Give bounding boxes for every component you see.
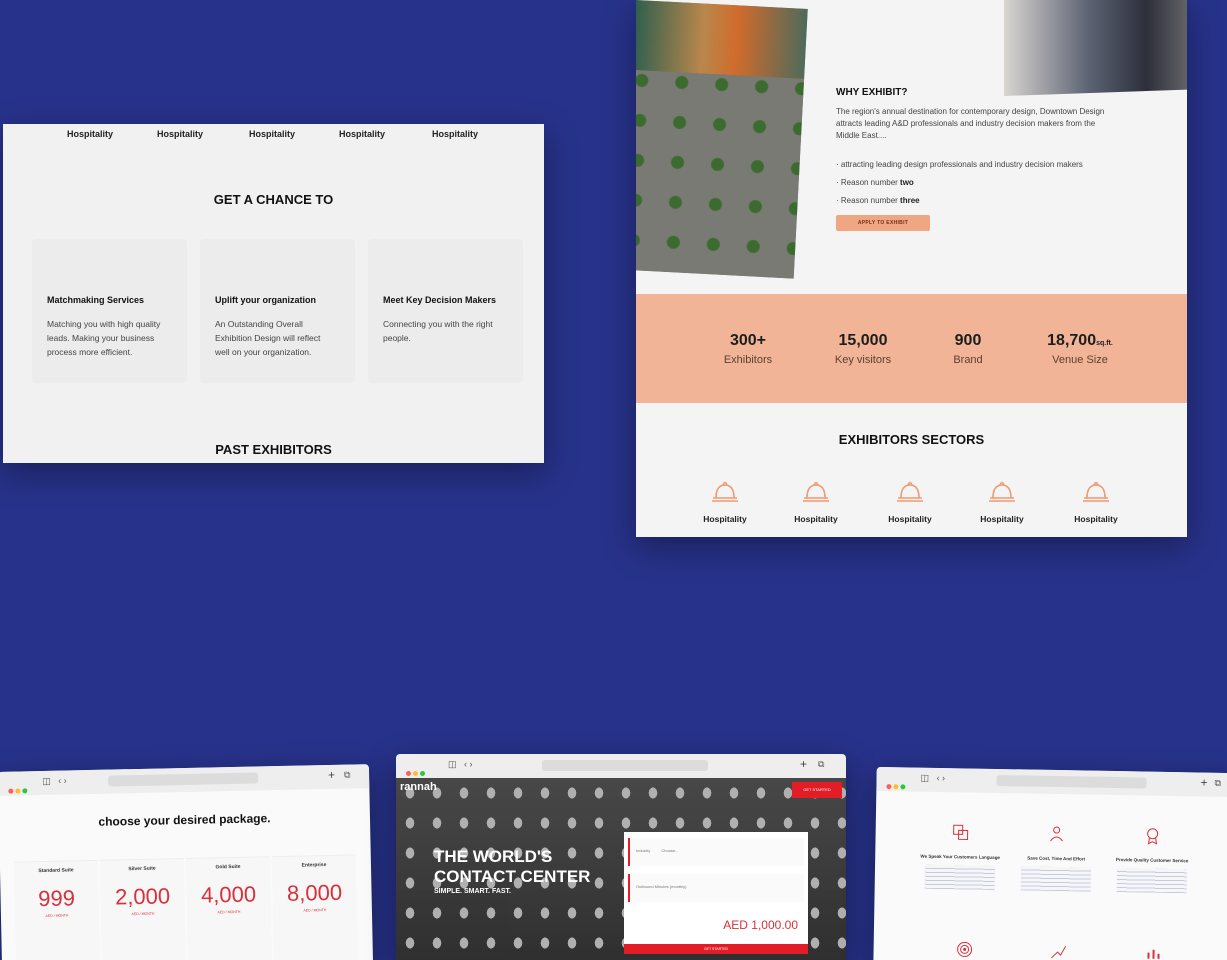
brand-logo[interactable]: rannah (400, 781, 437, 793)
tabs-icon[interactable]: ⧉ (818, 759, 824, 770)
past-exhibitors-title: PAST EXHIBITORS (215, 442, 332, 457)
hero-title: THE WORLD'S CONTACT CENTER (434, 847, 591, 886)
stat-venue-size: 18,700sq.ft. Venue Size (1047, 332, 1113, 366)
get-started-top-button[interactable]: GET STARTED (792, 782, 842, 798)
reason-item: · Reason number two (836, 178, 914, 187)
benefit-text: Connecting you with the right people. (383, 319, 493, 343)
browser-toolbar: ◫ ‹ › + ⧉ (876, 766, 1227, 798)
browser-toolbar: ◫ ‹ › + ⧉ (396, 754, 846, 778)
translate-icon (953, 824, 969, 840)
nav-item-hospitality[interactable]: Hospitality (67, 129, 113, 139)
nav-item-hospitality[interactable]: Hospitality (432, 129, 478, 139)
exhibitors-sectors-title: EXHIBITORS SECTORS (838, 432, 985, 447)
people-photo (1004, 0, 1187, 97)
nav-item-hospitality[interactable]: Hospitality (249, 129, 295, 139)
person-icon (1050, 826, 1063, 842)
browser-toolbar: ◫ ‹ › + ⧉ (0, 764, 370, 798)
sidebar-icon[interactable]: ◫ (920, 773, 930, 784)
feature-item: Save Cost, Time And Effort (1011, 824, 1102, 892)
back-forward-icon[interactable]: ‹ › (464, 759, 473, 769)
new-tab-icon[interactable]: + (800, 757, 807, 771)
package-card[interactable]: Standard Suite 999 AED / MONTH (13, 859, 101, 960)
window-controls[interactable] (8, 780, 29, 798)
benefit-card: Meet Key Decision Makers Connecting you … (368, 239, 523, 383)
benefit-title: Matchmaking Services (47, 295, 145, 305)
minutes-slider[interactable]: Outbound Minutes (monthly) (628, 874, 804, 902)
cloche-icon (712, 481, 738, 502)
quote-form: Industry Choose... Outbound Minutes (mon… (624, 832, 808, 954)
aerial-plaza-photo (636, 0, 808, 279)
chart-icon (1147, 949, 1160, 959)
reasons-list: · attracting leading design professional… (836, 156, 1083, 210)
cloche-icon (897, 481, 923, 502)
package-card[interactable]: Gold Suite 4,000 AED / MONTH (185, 856, 273, 960)
stats-band: 300+ Exhibitors 15,000 Key visitors 900 … (636, 294, 1187, 403)
total-amount: AED 1,000.00 (723, 918, 798, 932)
badge-icon (1147, 828, 1159, 845)
tabs-icon[interactable]: ⧉ (1214, 778, 1221, 789)
growth-icon (1051, 945, 1067, 959)
cloche-icon (803, 481, 829, 502)
feature-item: Provide Quality Customer Service (1107, 826, 1198, 894)
nav-item-hospitality[interactable]: Hospitality (339, 129, 385, 139)
benefit-card: Uplift your organization An Outstanding … (200, 239, 355, 383)
features-browser-window: ◫ ‹ › + ⧉ We Speak Your Customers Langua… (873, 766, 1227, 960)
window-controls[interactable] (886, 776, 907, 794)
cloche-icon (1083, 481, 1109, 502)
back-forward-icon[interactable]: ‹ › (58, 775, 67, 785)
nav-item-hospitality[interactable]: Hospitality (157, 129, 203, 139)
apply-to-exhibit-button[interactable]: APPLY TO EXHIBIT (836, 215, 930, 231)
stat-brand: 900 Brand (953, 332, 983, 366)
stat-key-visitors: 15,000 Key visitors (834, 332, 892, 366)
reason-item: · attracting leading design professional… (836, 160, 1083, 169)
pricing-browser-window: ◫ ‹ › + ⧉ choose your desired package. S… (0, 764, 374, 960)
address-bar[interactable] (996, 774, 1147, 789)
new-tab-icon[interactable]: + (1200, 776, 1207, 790)
contact-center-browser-window: ◫ ‹ › + ⧉ rannah GET STARTED THE WORLD'S… (396, 754, 846, 960)
feature-item: We Speak Your Customers Language (915, 823, 1006, 891)
package-card[interactable]: Enterprise 8,000 AED / MONTH (271, 854, 359, 960)
back-forward-icon[interactable]: ‹ › (937, 773, 946, 783)
address-bar[interactable] (542, 760, 708, 771)
address-bar[interactable] (108, 772, 259, 787)
sector-item[interactable]: Hospitality (880, 474, 940, 524)
benefit-text: An Outstanding Overall Exhibition Design… (215, 319, 321, 357)
new-tab-icon[interactable]: + (328, 768, 335, 782)
why-exhibit-text: The region's annual destination for cont… (836, 107, 1105, 140)
why-exhibit-card: WHY EXHIBIT? The region's annual destina… (636, 0, 1187, 537)
get-a-chance-card: Hospitality Hospitality Hospitality Hosp… (3, 124, 544, 463)
benefit-title: Meet Key Decision Makers (383, 295, 497, 305)
target-icon (957, 941, 973, 957)
sidebar-icon[interactable]: ◫ (42, 776, 51, 787)
sector-item[interactable]: Hospitality (972, 474, 1032, 524)
get-started-button[interactable]: GET STARTED (624, 944, 808, 954)
section-title: GET A CHANCE TO (213, 192, 334, 207)
sidebar-icon[interactable]: ◫ (448, 759, 457, 770)
why-exhibit-title: WHY EXHIBIT? (836, 87, 908, 98)
benefit-card: Matchmaking Services Matching you with h… (32, 239, 187, 383)
stat-exhibitors: 300+ Exhibitors (723, 332, 773, 366)
tabs-icon[interactable]: ⧉ (344, 770, 351, 781)
package-card[interactable]: Silver Suite 2,000 AED / MONTH (99, 858, 187, 960)
benefit-title: Uplift your organization (215, 295, 316, 305)
sector-item[interactable]: Hospitality (786, 474, 846, 524)
reason-item: · Reason number three (836, 196, 920, 205)
hero-subtitle: SIMPLE. SMART. FAST. (434, 888, 512, 895)
benefit-text: Matching you with high quality leads. Ma… (47, 319, 161, 357)
cloche-icon (989, 481, 1015, 502)
pricing-heading: choose your desired package. (98, 811, 271, 829)
sector-nav: Hospitality Hospitality Hospitality Hosp… (3, 129, 544, 145)
sector-item[interactable]: Hospitality (695, 474, 755, 524)
industry-select[interactable]: Industry Choose... (628, 838, 804, 866)
sector-item[interactable]: Hospitality (1066, 474, 1126, 524)
